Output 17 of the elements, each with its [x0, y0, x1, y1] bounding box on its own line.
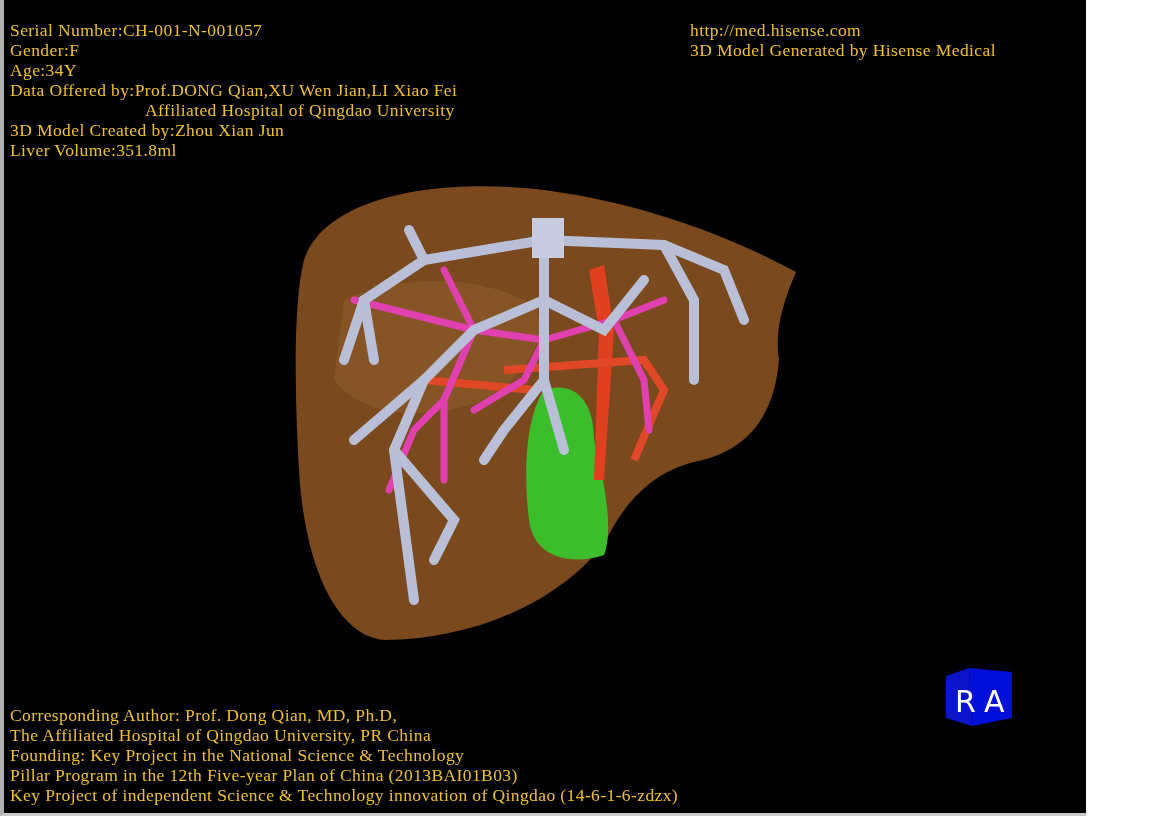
- footer-text: The Affiliated Hospital of Qingdao University, PR China: [10, 725, 433, 745]
- footer-text: Corresponding Author: Prof. Dong Qian, MD, Ph.D,: [10, 705, 399, 725]
- orientation-label: R: [955, 684, 977, 719]
- info-text: Serial Number:CH-001-N-001057: [10, 20, 264, 40]
- 3d-viewport[interactable]: [0, 0, 1086, 816]
- footer-text: Founding: Key Project in the National Science & Technology: [10, 745, 466, 765]
- info-text: Age:34Y: [10, 60, 78, 80]
- info-text: Liver Volume:351.8ml: [10, 140, 178, 160]
- info-text: Affiliated Hospital of Qingdao University: [144, 100, 456, 120]
- info-text: Gender:F: [10, 40, 81, 60]
- orientation-label: A: [984, 684, 1005, 719]
- info-text: 3D Model Created by:Zhou Xian Jun: [10, 120, 286, 140]
- credit-text: http://med.hisense.com: [690, 20, 863, 40]
- footer-text: Pillar Program in the 12th Five-year Plan of China (2013BAI01B03): [10, 765, 519, 785]
- info-text: Data Offered by:Prof.DONG Qian,XU Wen Jian,LI Xiao Fei: [10, 80, 458, 100]
- footer-text: Key Project of independent Science & Technology innovation of Qingdao (14-6-1-6-zdzx): [10, 785, 680, 805]
- credit-text: 3D Model Generated by Hisense Medical: [690, 40, 997, 60]
